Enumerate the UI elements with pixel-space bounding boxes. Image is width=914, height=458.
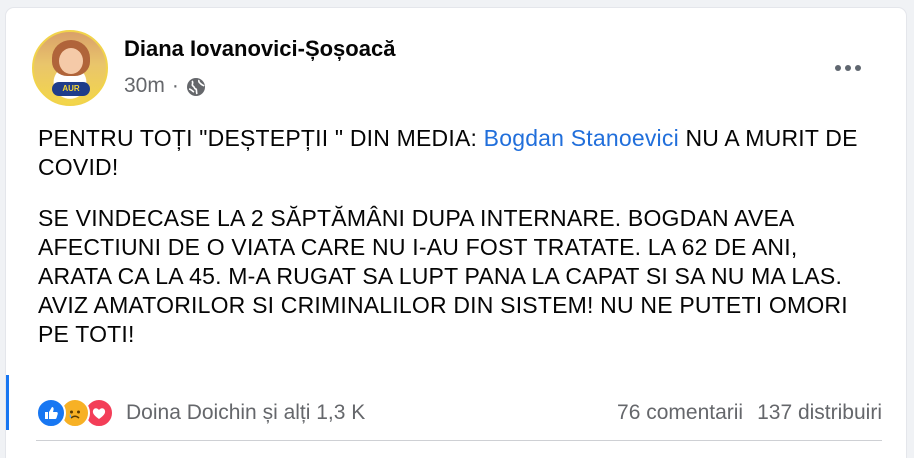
comments-count[interactable]: 76 comentarii	[617, 401, 743, 425]
more-options-icon[interactable]	[828, 56, 868, 80]
reactions-group[interactable]	[36, 398, 114, 428]
shares-count[interactable]: 137 distribuiri	[757, 401, 882, 425]
engagement-counts: 76 comentarii 137 distribuiri	[617, 401, 882, 425]
dot	[855, 65, 861, 71]
focus-accent-bar	[6, 375, 9, 430]
reactors-summary[interactable]: Doina Doichin și alți 1,3 K	[126, 401, 365, 425]
post-text-prefix: PENTRU TOȚI "DEȘTEPȚII " DIN MEDIA:	[38, 125, 484, 151]
post-footer: Doina Doichin și alți 1,3 K 76 comentari…	[36, 393, 882, 433]
post-paragraph-2: SE VINDECASE LA 2 SĂPTĂMÂNI DUPA INTERNA…	[38, 205, 848, 347]
dot	[845, 65, 851, 71]
globe-icon[interactable]	[186, 77, 206, 97]
post-meta: 30m ·	[124, 74, 206, 98]
footer-divider	[36, 440, 882, 441]
mention-link[interactable]: Bogdan Stanoevici	[484, 125, 679, 151]
meta-separator: ·	[171, 74, 179, 97]
avatar[interactable]: AUR	[32, 30, 108, 106]
author-name[interactable]: Diana Iovanovici-Șoșoacă	[124, 36, 395, 62]
avatar-badge: AUR	[52, 82, 90, 96]
post-paragraph-1: PENTRU TOȚI "DEȘTEPȚII " DIN MEDIA: Bogd…	[38, 124, 868, 182]
like-icon	[36, 398, 66, 428]
dot	[835, 65, 841, 71]
avatar-face	[59, 48, 83, 74]
post-timestamp[interactable]: 30m	[124, 74, 165, 98]
